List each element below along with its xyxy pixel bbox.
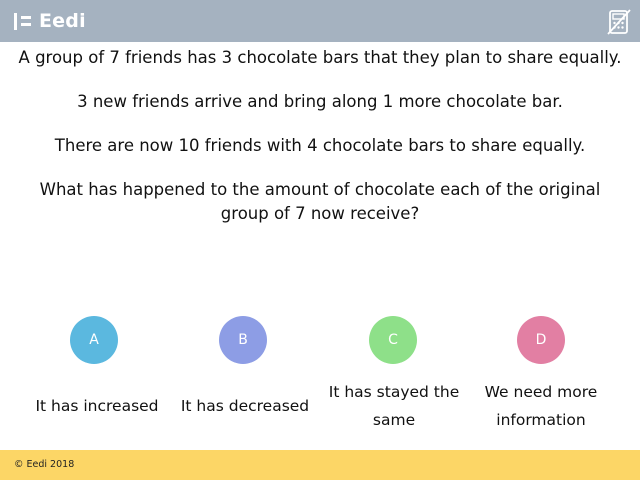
option-c-text[interactable]: It has stayed the same bbox=[319, 378, 469, 434]
option-b-letter: B bbox=[238, 332, 248, 348]
option-b-text[interactable]: It has decreased bbox=[170, 392, 320, 420]
copyright-text: © Eedi 2018 bbox=[14, 459, 75, 470]
answer-options: A B C D It has increased It has decrease… bbox=[0, 0, 640, 450]
option-c-button[interactable]: C bbox=[369, 316, 417, 364]
option-d-text[interactable]: We need more information bbox=[466, 378, 616, 434]
option-c-letter: C bbox=[388, 332, 398, 348]
footer-bar: © Eedi 2018 bbox=[0, 450, 640, 480]
option-a-text[interactable]: It has increased bbox=[22, 392, 172, 420]
option-d-letter: D bbox=[535, 332, 547, 348]
option-d-button[interactable]: D bbox=[517, 316, 565, 364]
option-a-button[interactable]: A bbox=[70, 316, 118, 364]
option-a-letter: A bbox=[89, 332, 99, 348]
option-b-button[interactable]: B bbox=[219, 316, 267, 364]
